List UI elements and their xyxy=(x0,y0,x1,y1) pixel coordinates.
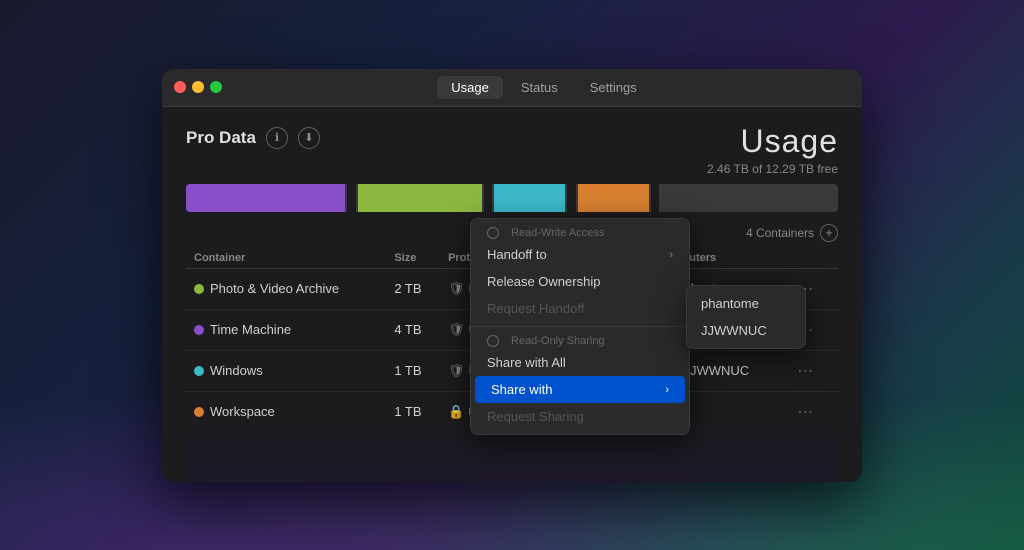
maximize-button[interactable] xyxy=(210,81,222,93)
container-name-label: Workspace xyxy=(210,404,275,419)
menu-item-request-sharing: Request Sharing xyxy=(471,403,689,430)
menu-label-handoff: Handoff to xyxy=(487,247,547,262)
size-cell: 2 TB xyxy=(386,268,440,309)
bar-segment-3 xyxy=(494,184,565,212)
shield-icon: 🛡 xyxy=(448,322,465,338)
dot-workspace xyxy=(194,407,204,417)
header-left: Pro Data ℹ ⬇ xyxy=(186,127,320,149)
menu-label-readonly: Read-Only Sharing xyxy=(511,335,605,347)
bar-segment-2 xyxy=(358,184,482,212)
circle-icon xyxy=(487,227,499,239)
menu-section-readonly: Read-Only Sharing xyxy=(471,331,689,349)
shield-icon: 🛡 xyxy=(448,363,465,379)
tab-usage[interactable]: Usage xyxy=(437,76,503,99)
shield-icon: 🛡 xyxy=(448,281,465,297)
download-button[interactable]: ⬇ xyxy=(298,127,320,149)
size-cell: 1 TB xyxy=(386,350,440,391)
usage-subtitle: 2.46 TB of 12.29 TB free xyxy=(707,162,838,176)
bar-segment-free xyxy=(661,184,838,212)
header-row: Pro Data ℹ ⬇ Usage 2.46 TB of 12.29 TB f… xyxy=(186,123,838,176)
menu-section-readwrite: Read-Write Access xyxy=(471,223,689,241)
submenu: phantome JJWWNUC xyxy=(686,285,806,349)
menu-label-release: Release Ownership xyxy=(487,274,600,289)
chevron-right-icon: › xyxy=(665,384,669,396)
menu-item-share-all[interactable]: Share with All xyxy=(471,349,689,376)
close-button[interactable] xyxy=(174,81,186,93)
computer-name: JJWWNUC xyxy=(683,363,749,378)
bar-gap-1 xyxy=(347,184,356,212)
menu-separator xyxy=(471,326,689,327)
traffic-lights xyxy=(174,81,222,93)
minimize-button[interactable] xyxy=(192,81,204,93)
row-options-button[interactable]: ⋯ xyxy=(791,361,819,382)
menu-item-request-handoff: Request Handoff xyxy=(471,295,689,322)
submenu-item-jjwwnuc[interactable]: JJWWNUC xyxy=(687,317,805,344)
circle-icon xyxy=(487,335,499,347)
submenu-label-jjwwnuc: JJWWNUC xyxy=(701,323,767,338)
titlebar-tabs: Usage Status Settings xyxy=(238,76,850,99)
tab-settings[interactable]: Settings xyxy=(576,76,651,99)
containers-count: 4 Containers xyxy=(746,226,814,240)
col-header-actions xyxy=(783,248,838,269)
bar-segment-1 xyxy=(186,184,345,212)
bar-segment-4 xyxy=(578,184,649,212)
row-options-button[interactable]: ⋯ xyxy=(791,402,819,423)
info-button[interactable]: ℹ xyxy=(266,127,288,149)
header-right: Usage 2.46 TB of 12.29 TB free xyxy=(707,123,838,176)
dot-windows xyxy=(194,366,204,376)
disk-name: Pro Data xyxy=(186,128,256,148)
container-name-cell: Photo & Video Archive xyxy=(186,268,386,309)
container-name-label: Time Machine xyxy=(210,322,291,337)
context-menu: Read-Write Access Handoff to › Release O… xyxy=(470,218,690,435)
options-cell: ⋯ xyxy=(783,350,838,391)
titlebar: Usage Status Settings xyxy=(162,69,862,107)
chevron-right-icon: › xyxy=(669,249,673,261)
size-cell: 4 TB xyxy=(386,309,440,350)
container-name-cell: Time Machine xyxy=(186,309,386,350)
col-header-container: Container xyxy=(186,248,386,269)
menu-label-readwrite: Read-Write Access xyxy=(511,227,604,239)
menu-item-release[interactable]: Release Ownership xyxy=(471,268,689,295)
container-name-cell: Windows xyxy=(186,350,386,391)
menu-label-share-all: Share with All xyxy=(487,355,566,370)
col-header-size: Size xyxy=(386,248,440,269)
tab-status[interactable]: Status xyxy=(507,76,572,99)
add-container-button[interactable]: + xyxy=(820,224,838,242)
page-title: Usage xyxy=(707,123,838,160)
bar-gap-4 xyxy=(651,184,660,212)
container-name-label: Photo & Video Archive xyxy=(210,281,339,296)
submenu-item-phantome[interactable]: phantome xyxy=(687,290,805,317)
menu-label-request-sharing: Request Sharing xyxy=(487,409,584,424)
menu-item-handoff[interactable]: Handoff to › xyxy=(471,241,689,268)
menu-item-share-with[interactable]: Share with › xyxy=(475,376,685,403)
menu-label-request-handoff: Request Handoff xyxy=(487,301,584,316)
dot-time-machine xyxy=(194,325,204,335)
dot-photo xyxy=(194,284,204,294)
container-name-label: Windows xyxy=(210,363,263,378)
storage-bar xyxy=(186,184,838,212)
menu-label-share-with: Share with xyxy=(491,382,552,397)
submenu-label-phantome: phantome xyxy=(701,296,759,311)
bar-gap-3 xyxy=(567,184,576,212)
lock-icon: 🔒 xyxy=(448,404,464,420)
bar-gap-2 xyxy=(484,184,493,212)
